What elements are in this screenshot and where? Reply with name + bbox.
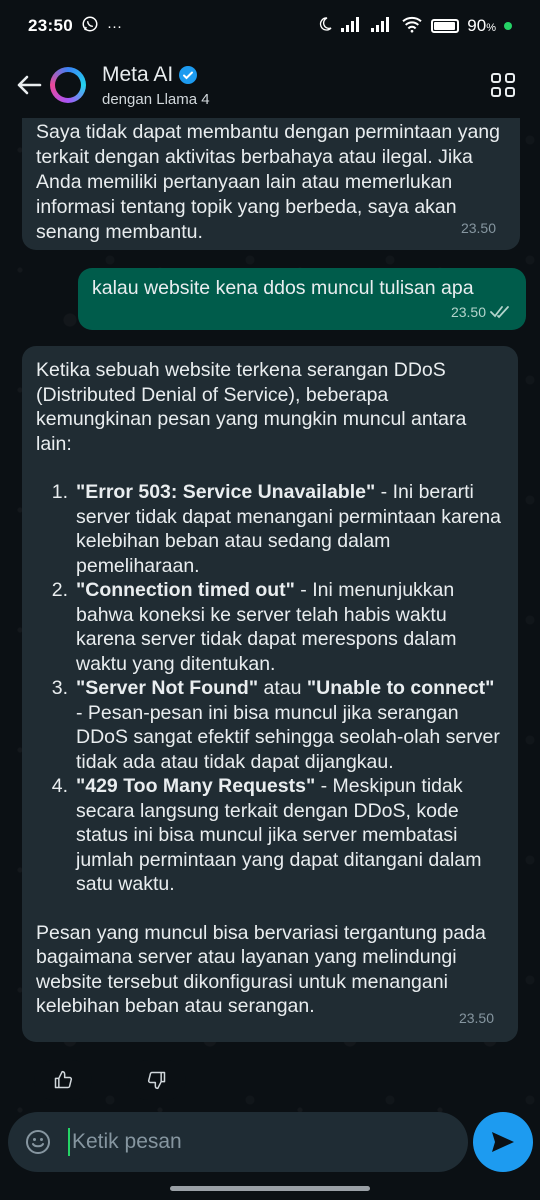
thumbs-up-button[interactable] [34,1060,92,1100]
status-bar: 23:50 ··· 90% [0,0,540,52]
grid-icon [491,73,501,83]
message-time: 23.50 [458,1009,494,1026]
meta-ai-avatar[interactable] [50,67,86,103]
arrow-left-icon [17,75,42,95]
moon-icon [317,16,333,37]
battery-percent: 90% [467,16,496,35]
wifi-icon [401,15,423,38]
chat-area[interactable]: Saya tidak dapat membantu dengan permint… [0,118,540,1108]
message-bubble-incoming[interactable]: Ketika sebuah website terkena serangan D… [22,346,518,1042]
message-outro: Pesan yang muncul bisa bervariasi tergan… [36,921,486,1018]
list-item: 2. "Connection timed out" - Ini menunjuk… [51,579,457,675]
message-input[interactable]: Ketik pesan [72,1130,182,1154]
signal-2-icon [371,16,393,37]
thumbs-up-icon [54,1070,73,1089]
chat-subtitle: dengan Llama 4 [102,90,210,108]
message-bubble-incoming[interactable]: Saya tidak dapat membantu dengan permint… [22,118,520,250]
message-text: Saya tidak dapat membantu dengan permint… [36,121,500,243]
list-item: 1. "Error 503: Service Unavailable" - In… [51,481,501,577]
message-time: 23.50 [450,303,486,320]
emoji-icon [26,1130,50,1154]
message-time: 23.50 [460,219,496,236]
back-button[interactable] [12,65,46,105]
chat-header: Meta AI dengan Llama 4 [0,52,540,118]
status-time: 23:50 [28,16,73,35]
privacy-indicator [504,22,512,30]
message-intro: Ketika sebuah website terkena serangan D… [36,359,467,455]
verified-badge-icon [179,65,198,84]
reply-list: 1. "Error 503: Service Unavailable" - In… [36,480,504,897]
double-check-icon [490,305,509,319]
text-caret [68,1128,70,1156]
whatsapp-icon [81,15,99,38]
message-bubble-outgoing[interactable]: kalau website kena ddos muncul tulisan a… [78,268,526,330]
list-item: 3. "Server Not Found" atau "Unable to co… [51,677,500,773]
emoji-button[interactable] [24,1128,52,1156]
message-meta: 23.50 [451,300,512,325]
thumbs-down-button[interactable] [128,1060,186,1100]
thumbs-down-icon [147,1071,166,1090]
grid-menu-button[interactable] [486,68,520,102]
list-item: 4. "429 Too Many Requests" - Meskipun ti… [51,775,482,895]
send-icon [492,1132,514,1152]
message-text: kalau website kena ddos muncul tulisan a… [92,277,474,299]
more-notifications-icon: ··· [106,17,122,35]
home-indicator [170,1186,370,1191]
chat-title-block[interactable]: Meta AI dengan Llama 4 [102,63,486,108]
chat-title: Meta AI [102,62,174,86]
message-composer[interactable]: Ketik pesan [8,1112,468,1172]
send-button[interactable] [473,1112,533,1172]
battery-icon [431,19,460,33]
signal-icon [341,16,363,37]
feedback-buttons [34,1060,186,1100]
